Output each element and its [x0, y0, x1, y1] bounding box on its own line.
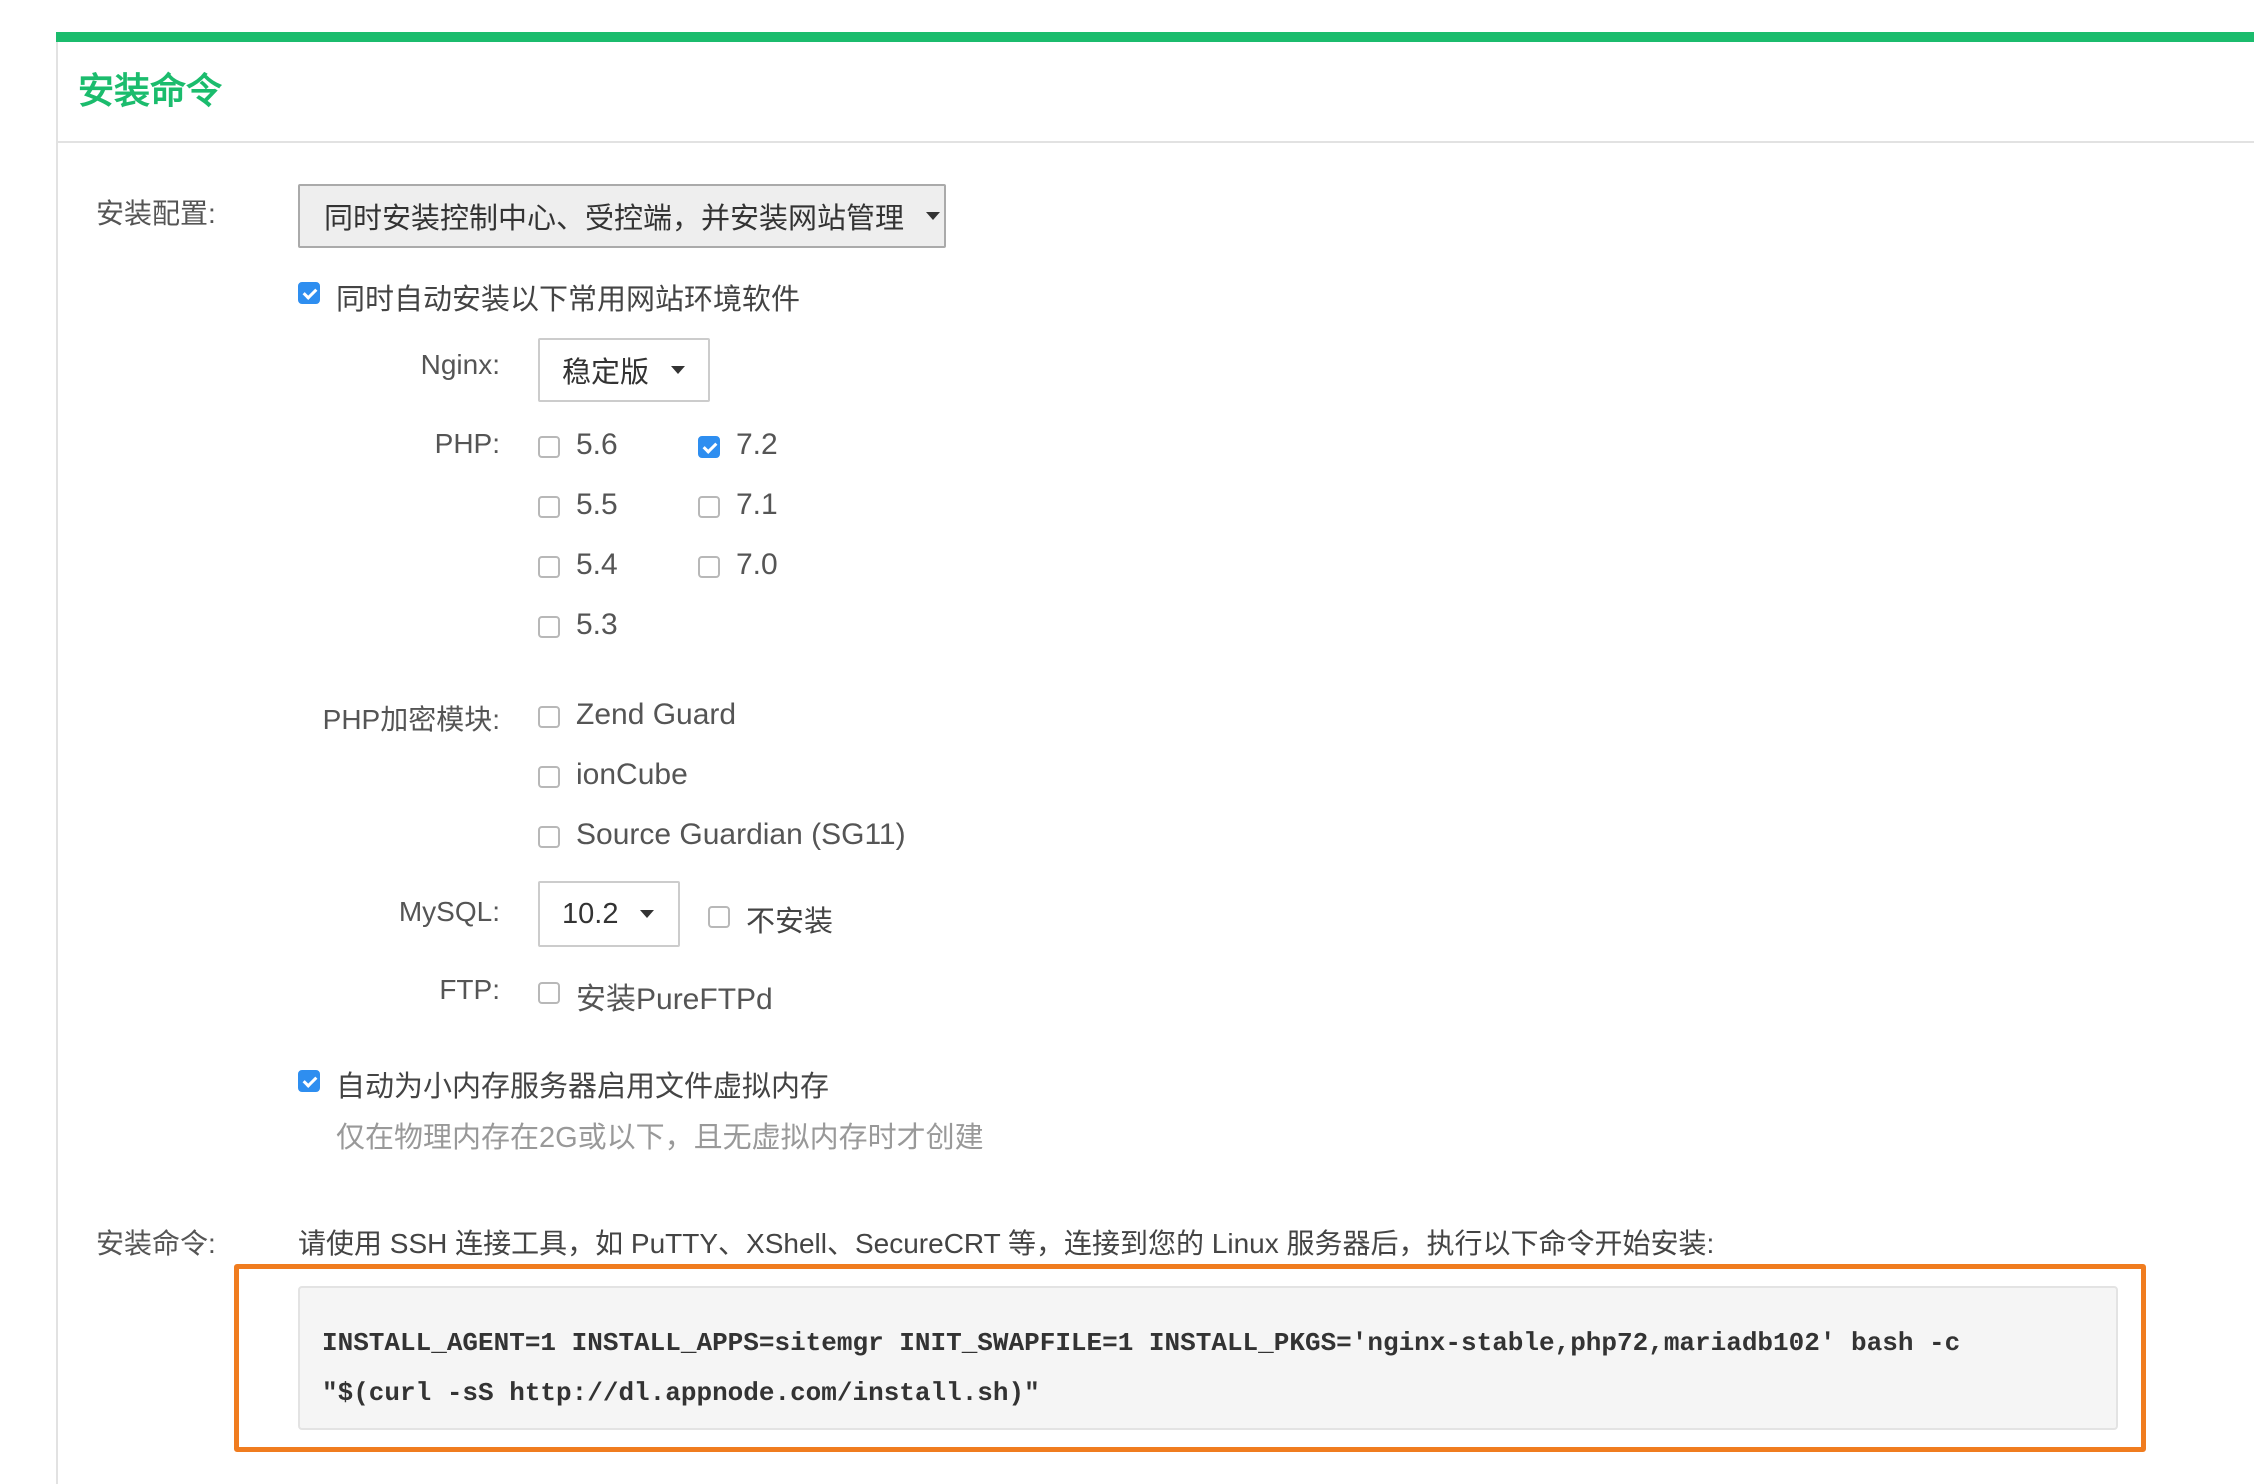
swap-label: 自动为小内存服务器启用文件虚拟内存 — [336, 1071, 830, 1103]
pureftpd-label: 安装PureFTPd — [576, 983, 773, 1016]
ioncube-checkbox[interactable] — [538, 766, 560, 788]
php-7.1-label: 7.1 — [736, 488, 778, 521]
zend-guard-label: Zend Guard — [576, 698, 737, 731]
install-config-label: 安装配置: — [96, 198, 216, 229]
php-7.0-checkbox[interactable] — [698, 556, 720, 578]
php-7.1-checkbox[interactable] — [698, 496, 720, 518]
install-command-code[interactable]: INSTALL_AGENT=1 INSTALL_APPS=sitemgr INI… — [298, 1286, 2118, 1430]
mysql-no-install-checkbox[interactable] — [708, 906, 730, 928]
php-label: PHP: — [434, 428, 500, 459]
chevron-down-icon — [671, 366, 686, 374]
php-7.2-checkbox[interactable] — [698, 436, 720, 458]
php-5.4-checkbox[interactable] — [538, 556, 560, 578]
auto-install-checkbox[interactable] — [298, 282, 320, 304]
chevron-down-icon — [926, 212, 941, 220]
mysql-label: MySQL: — [398, 896, 500, 927]
php-5.4-label: 5.4 — [576, 548, 618, 581]
php-5.5-label: 5.5 — [576, 488, 618, 521]
install-instruction: 请使用 SSH 连接工具，如 PuTTY、XShell、SecureCRT 等，… — [298, 1228, 1715, 1259]
source-guardian-checkbox[interactable] — [538, 826, 560, 848]
php-5.3-label: 5.3 — [576, 608, 618, 641]
php-5.5-checkbox[interactable] — [538, 496, 560, 518]
mysql-select[interactable]: 10.2 — [538, 881, 680, 947]
mysql-select-value: 10.2 — [562, 897, 619, 930]
source-guardian-label: Source Guardian (SG11) — [576, 818, 906, 851]
ioncube-label: ionCube — [576, 758, 688, 791]
pureftpd-checkbox[interactable] — [538, 982, 560, 1004]
panel-title: 安装命令 — [78, 70, 223, 111]
php-encrypt-label: PHP加密模块: — [322, 704, 500, 735]
swap-checkbox[interactable] — [298, 1070, 320, 1092]
panel-accent-bar — [56, 32, 2254, 42]
nginx-select-value: 稳定版 — [562, 357, 650, 389]
php-5.6-checkbox[interactable] — [538, 436, 560, 458]
install-config-select[interactable]: 同时安装控制中心、受控端，并安装网站管理 — [298, 184, 946, 248]
header-divider — [58, 141, 2254, 143]
auto-install-label: 同时自动安装以下常用网站环境软件 — [336, 284, 801, 316]
php-7.0-label: 7.0 — [736, 548, 778, 581]
install-command-label: 安装命令: — [96, 1228, 216, 1259]
swap-hint: 仅在物理内存在2G或以下，且无虚拟内存时才创建 — [336, 1122, 984, 1154]
php-5.6-label: 5.6 — [576, 428, 618, 461]
php-5.3-checkbox[interactable] — [538, 616, 560, 638]
install-command-line-1: INSTALL_AGENT=1 INSTALL_APPS=sitemgr INI… — [322, 1328, 1961, 1358]
nginx-select[interactable]: 稳定版 — [538, 338, 710, 402]
install-config-select-value: 同时安装控制中心、受控端，并安装网站管理 — [324, 203, 905, 235]
nginx-label: Nginx: — [420, 349, 500, 380]
mysql-no-install-label: 不安装 — [746, 906, 834, 938]
zend-guard-checkbox[interactable] — [538, 706, 560, 728]
chevron-down-icon — [640, 910, 655, 918]
ftp-label: FTP: — [439, 974, 500, 1005]
install-command-line-2: "$(curl -sS http://dl.appnode.com/instal… — [322, 1378, 1040, 1408]
php-7.2-label: 7.2 — [736, 428, 778, 461]
